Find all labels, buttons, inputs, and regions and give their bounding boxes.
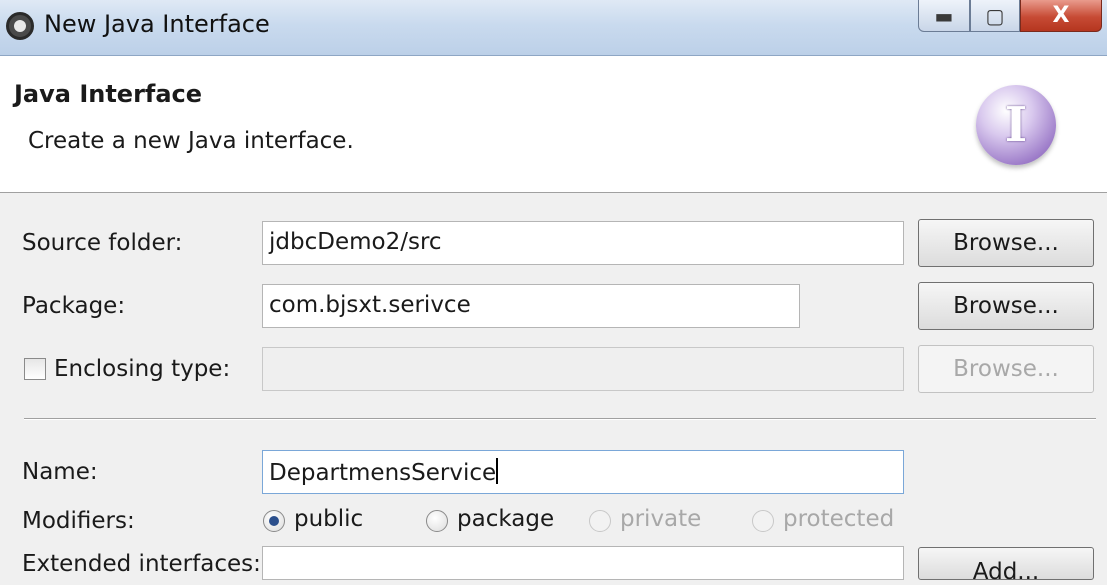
name-label: Name: <box>22 459 98 485</box>
modifiers-label: Modifiers: <box>22 508 135 534</box>
close-button[interactable]: X <box>1020 0 1102 32</box>
enclosing-type-checkbox[interactable] <box>24 358 46 380</box>
wizard-header: Java Interface Create a new Java interfa… <box>0 56 1107 193</box>
modifier-package-radio[interactable] <box>426 510 448 532</box>
text-cursor <box>496 458 499 484</box>
name-field-value: DepartmensService <box>269 460 497 486</box>
modifier-package-label: package <box>457 506 555 532</box>
enclosing-type-browse-button[interactable]: Browse... <box>918 345 1094 393</box>
enclosing-type-field[interactable] <box>262 347 904 391</box>
page-description: Create a new Java interface. <box>28 128 354 154</box>
modifier-private-label: private <box>620 506 702 532</box>
separator <box>24 418 1096 420</box>
package-field[interactable]: com.bjsxt.serivce <box>262 284 800 328</box>
interface-icon-letter: I <box>1004 97 1028 153</box>
source-folder-field[interactable]: jdbcDemo2/src <box>262 221 904 265</box>
modifier-private-radio[interactable] <box>589 510 611 532</box>
modifier-protected-label: protected <box>783 506 895 532</box>
minimize-button[interactable]: ▬ <box>918 0 970 32</box>
extended-interfaces-label: Extended interfaces: <box>22 551 261 577</box>
page-title: Java Interface <box>14 80 203 108</box>
window-title: New Java Interface <box>44 10 270 38</box>
package-browse-button[interactable]: Browse... <box>918 282 1094 330</box>
title-bar: New Java Interface ▬ ▢ X <box>0 0 1107 56</box>
modifier-public-label: public <box>294 506 364 532</box>
add-interface-button[interactable]: Add... <box>918 547 1094 585</box>
source-folder-label: Source folder: <box>22 230 183 256</box>
name-field[interactable]: DepartmensService <box>262 450 904 494</box>
interface-icon: I <box>976 85 1056 165</box>
extended-interfaces-list[interactable] <box>262 546 904 580</box>
modifier-public-radio[interactable] <box>263 510 285 532</box>
maximize-button[interactable]: ▢ <box>970 0 1020 32</box>
source-folder-browse-button[interactable]: Browse... <box>918 219 1094 267</box>
modifier-protected-radio[interactable] <box>752 510 774 532</box>
eclipse-icon <box>6 12 34 40</box>
package-label: Package: <box>22 293 126 319</box>
enclosing-type-label: Enclosing type: <box>54 356 231 382</box>
